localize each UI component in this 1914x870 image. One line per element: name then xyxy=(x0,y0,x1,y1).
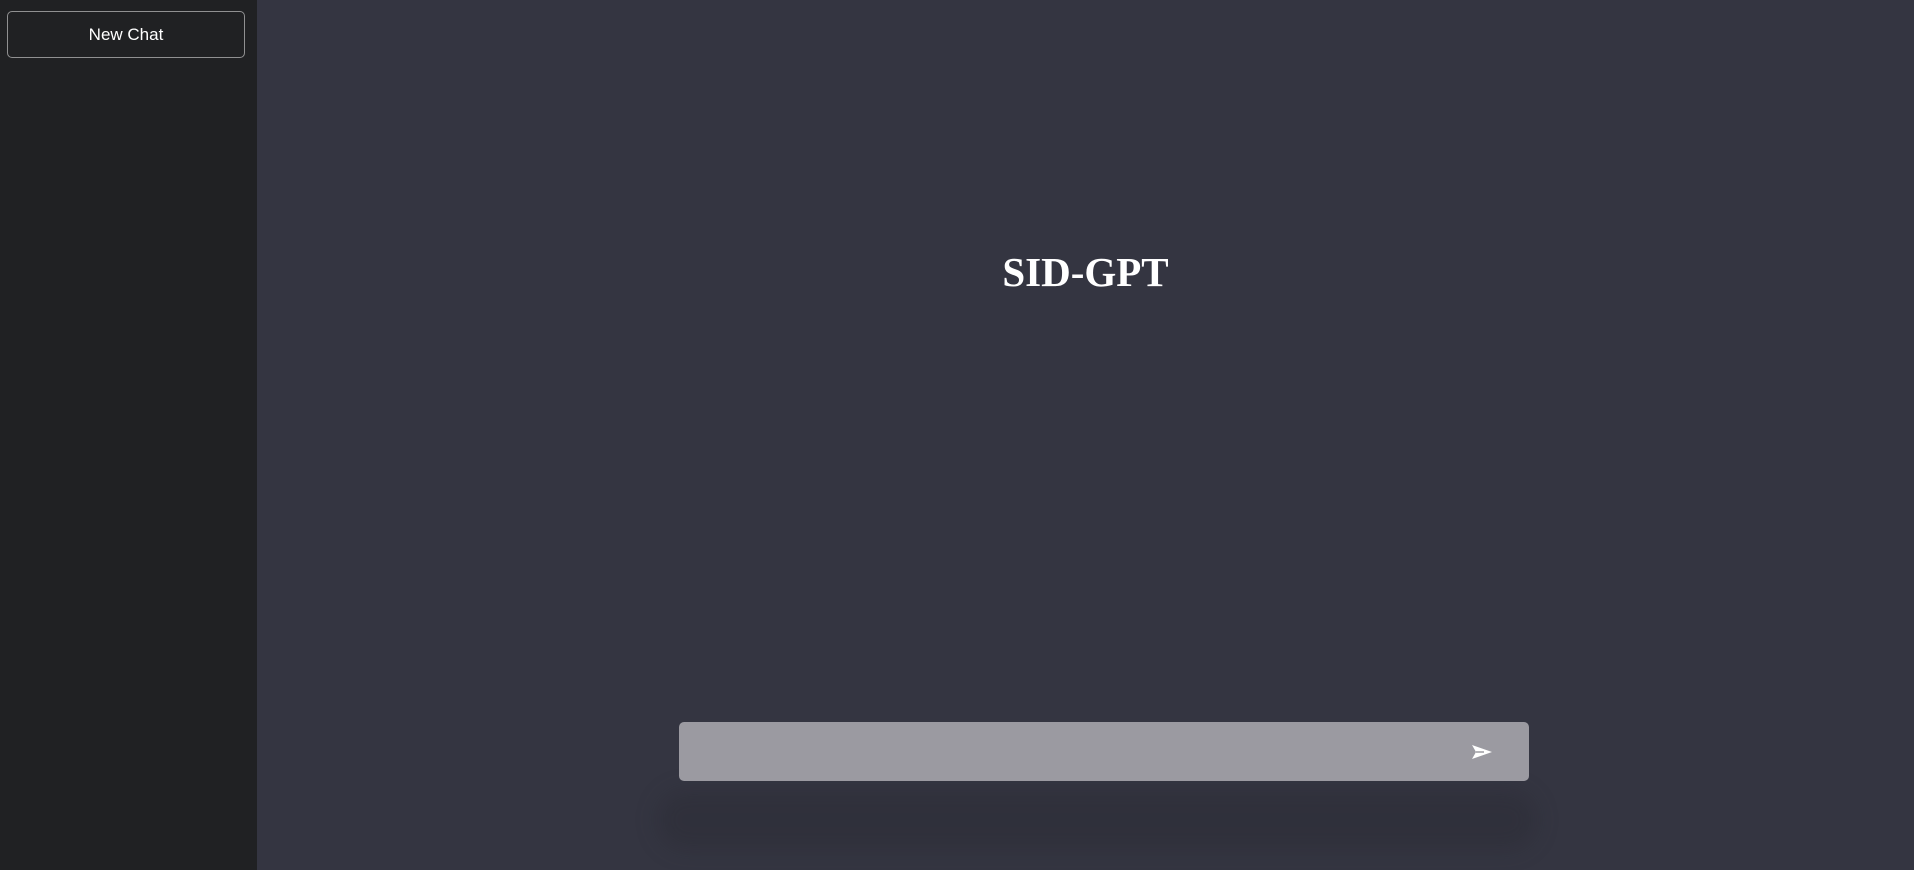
chat-input[interactable] xyxy=(679,722,1462,781)
sidebar: New Chat xyxy=(0,0,257,870)
page-title: SID-GPT xyxy=(1002,249,1169,295)
input-shadow xyxy=(657,790,1537,850)
chat-main: SID-GPT xyxy=(257,0,1914,870)
send-button[interactable] xyxy=(1462,732,1502,772)
chat-input-bar xyxy=(679,722,1529,781)
send-icon xyxy=(1472,744,1492,759)
new-chat-button[interactable]: New Chat xyxy=(7,11,245,58)
